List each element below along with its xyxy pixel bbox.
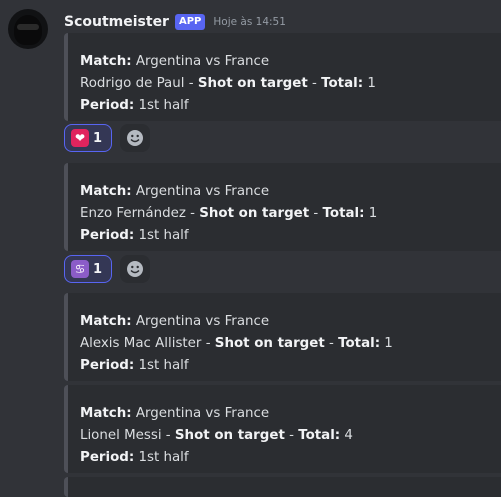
stat-line: Rodrigo de Paul - Shot on target - Total… — [80, 76, 376, 91]
embed-card: Match: Argentina vs France Enzo Fernánde… — [64, 163, 501, 251]
reaction-button[interactable]: ♋ 1 — [64, 255, 112, 283]
period-line: Period: 1st half — [80, 98, 189, 113]
match-line: Match: Argentina vs France — [80, 406, 270, 421]
reaction-count: 1 — [93, 261, 103, 277]
embed-card: Match: Argentina vs France Alexis Mac Al… — [64, 293, 501, 381]
avatar-mask-shape — [17, 24, 39, 30]
period-line: Period: 1st half — [80, 358, 189, 373]
add-reaction-button[interactable] — [120, 255, 150, 283]
embed-card — [64, 477, 501, 497]
smiley-icon — [127, 261, 143, 277]
username[interactable]: Scoutmeister — [64, 14, 169, 30]
period-line: Period: 1st half — [80, 228, 189, 243]
app-badge: APP — [174, 14, 206, 30]
stat-line: Lionel Messi - Shot on target - Total: 4 — [80, 428, 353, 443]
match-line: Match: Argentina vs France — [80, 314, 270, 329]
embed-card: Match: Argentina vs France Rodrigo de Pa… — [64, 33, 501, 121]
add-reaction-button[interactable] — [120, 124, 150, 152]
cancer-zodiac-icon: ♋ — [71, 260, 89, 278]
message-header: Scoutmeister APP Hoje às 14:51 — [64, 12, 286, 32]
timestamp: Hoje às 14:51 — [213, 16, 286, 28]
period-line: Period: 1st half — [80, 450, 189, 465]
avatar[interactable] — [8, 9, 48, 49]
stat-line: Enzo Fernández - Shot on target - Total:… — [80, 206, 378, 221]
reaction-button[interactable]: ❤ 1 — [64, 124, 112, 152]
sparkling-heart-icon: ❤ — [71, 129, 89, 147]
reaction-count: 1 — [93, 130, 103, 146]
smiley-icon — [127, 130, 143, 146]
avatar-hood-shape — [14, 15, 42, 45]
stat-line: Alexis Mac Allister - Shot on target - T… — [80, 336, 393, 351]
match-line: Match: Argentina vs France — [80, 184, 270, 199]
embed-card: Match: Argentina vs France Lionel Messi … — [64, 385, 501, 473]
match-line: Match: Argentina vs France — [80, 54, 270, 69]
